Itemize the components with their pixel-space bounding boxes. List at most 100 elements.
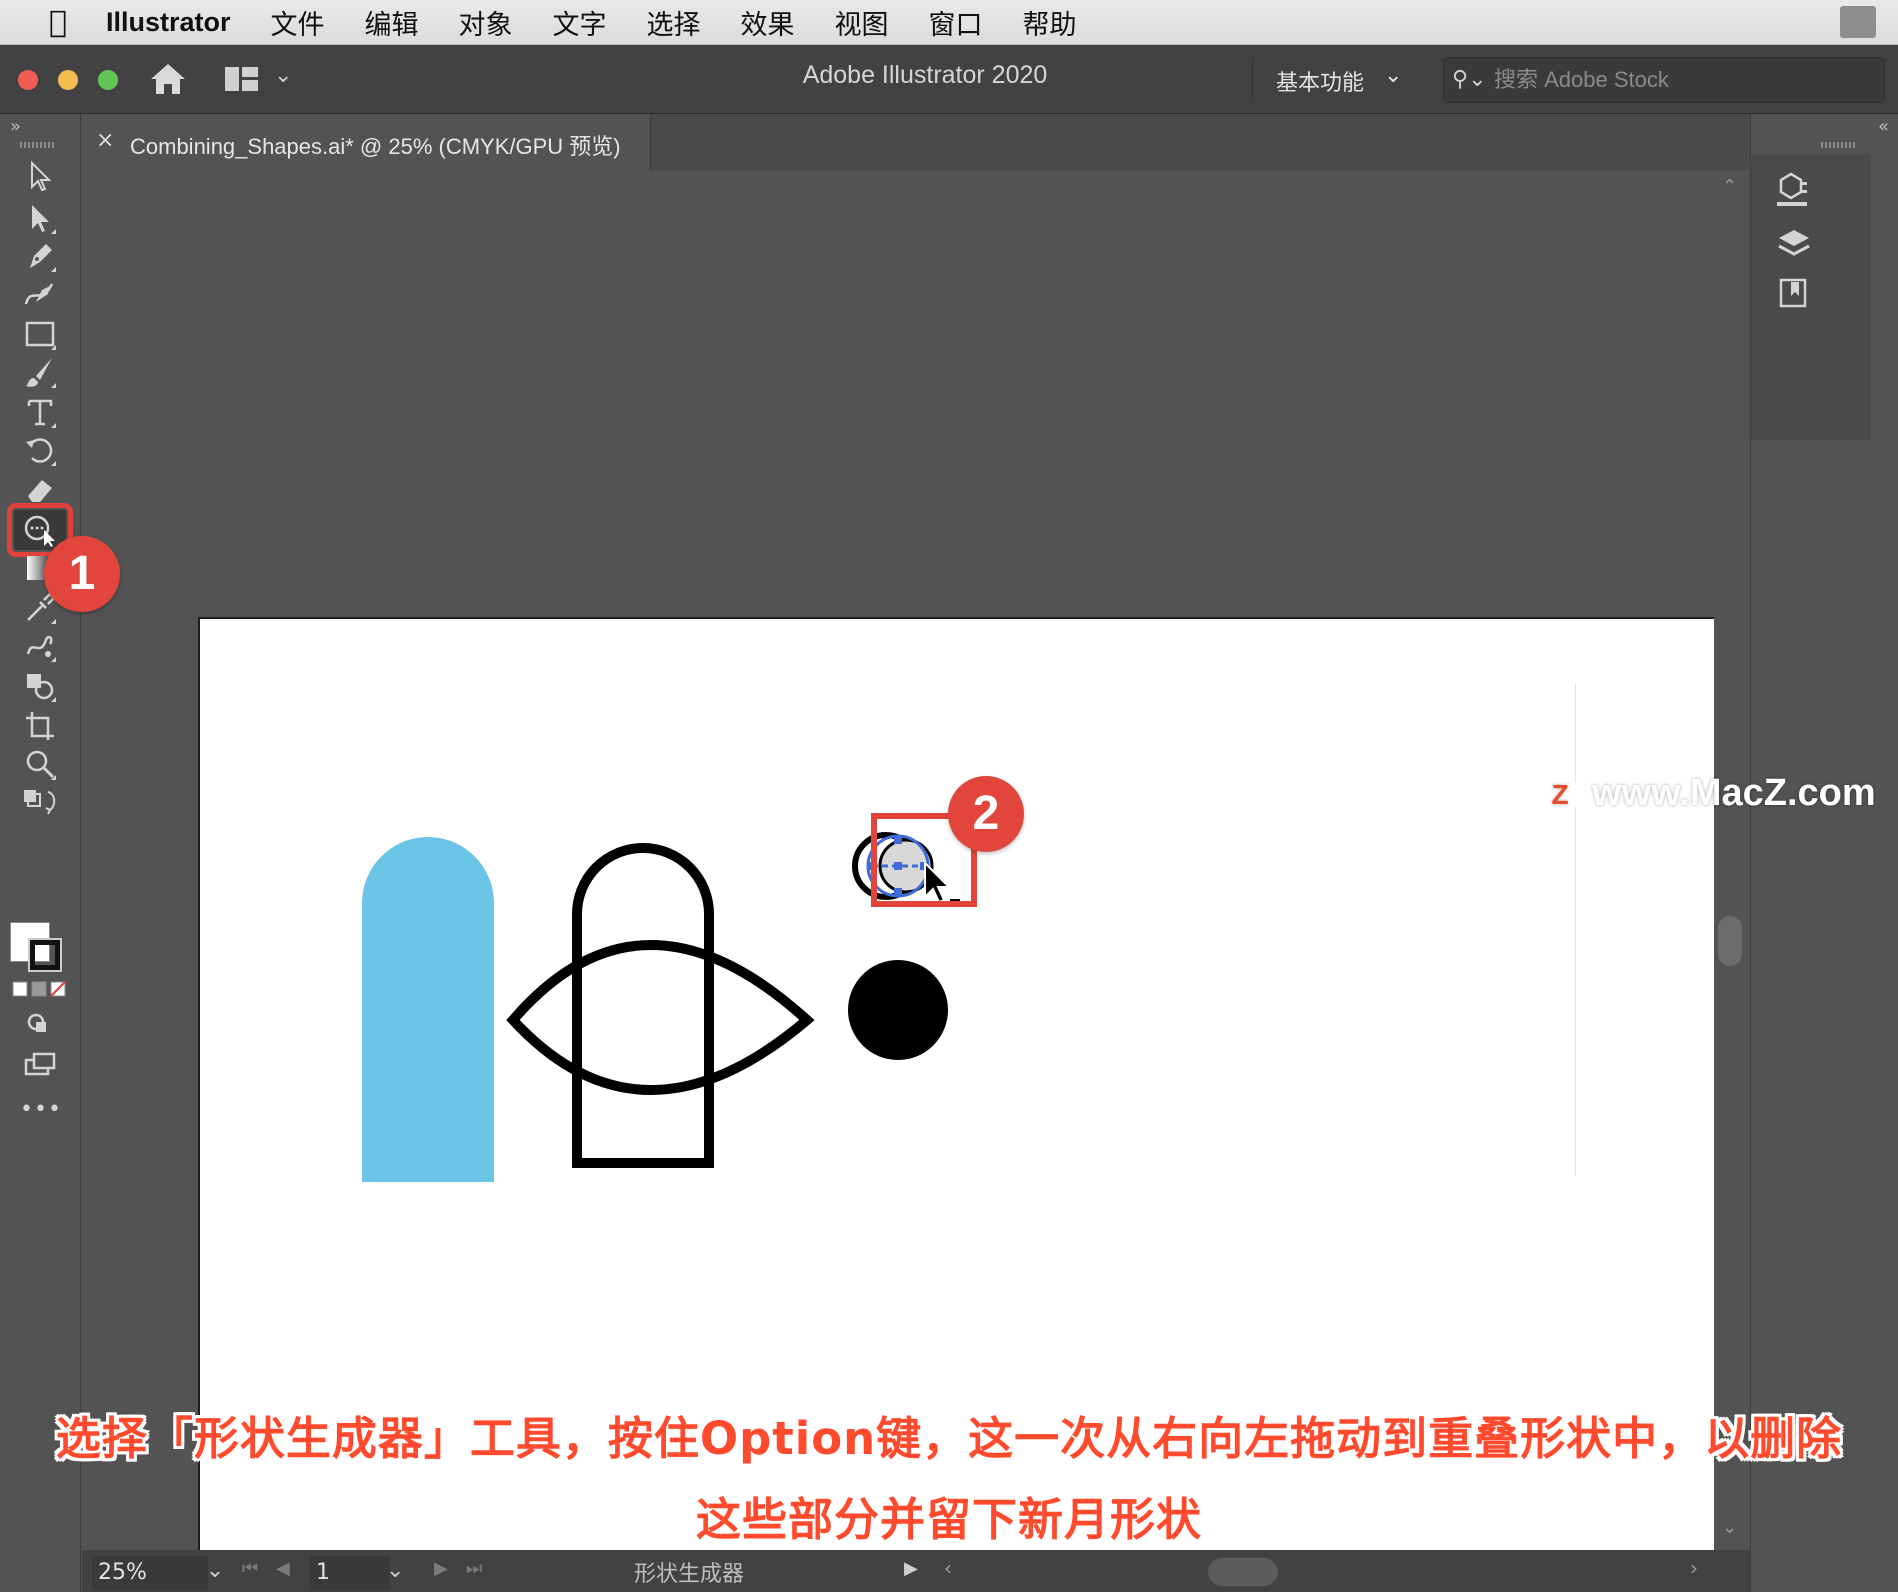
default-fill-stroke-icon	[24, 790, 56, 815]
chevron-down-icon[interactable]: ⌄	[1384, 63, 1402, 88]
draw-mode-icon	[27, 1013, 46, 1032]
panel-grip[interactable]	[20, 142, 56, 148]
edit-toolbar-button[interactable]: •••	[20, 1097, 62, 1122]
first-artboard-icon[interactable]: ⏮	[242, 1558, 258, 1579]
menu-help[interactable]: 帮助	[1023, 3, 1077, 42]
panel-icon-column	[1751, 154, 1871, 440]
window-title: Adobe Illustrator 2020	[802, 61, 1048, 89]
direct-selection-tool[interactable]	[14, 198, 66, 238]
zoom-level-field[interactable]: 25%	[92, 1556, 208, 1590]
properties-panel-icon[interactable]	[1773, 170, 1815, 212]
scroll-left-icon[interactable]: ‹	[944, 1556, 952, 1580]
menu-object[interactable]: 对象	[459, 3, 513, 42]
blend-tool[interactable]	[14, 626, 66, 666]
menu-file[interactable]: 文件	[271, 3, 325, 42]
swap-fill-stroke[interactable]	[14, 784, 66, 824]
black-circle-shape[interactable]	[848, 960, 948, 1060]
type-tool[interactable]	[14, 392, 66, 432]
live-paint-tool[interactable]	[14, 666, 66, 706]
next-artboard-icon[interactable]: ▶	[434, 1558, 448, 1579]
menu-view[interactable]: 视图	[835, 3, 889, 42]
caption-line-2: 这些部分并留下新月形状	[695, 1493, 1202, 1546]
search-icon: ⚲⌄	[1452, 67, 1487, 92]
tools-panel: » •••	[0, 114, 81, 1592]
search-input[interactable]	[1492, 64, 1876, 96]
step-badge-2: 2	[948, 776, 1024, 852]
arch-outline-shape[interactable]	[572, 843, 714, 1168]
scroll-right-icon[interactable]: ›	[1690, 1556, 1698, 1580]
layers-panel-icon[interactable]	[1773, 224, 1815, 266]
current-tool-label: 形状生成器	[634, 1562, 745, 1587]
mac-menu-bar:  Illustrator 文件 编辑 对象 文字 选择 效果 视图 窗口 帮助	[0, 0, 1898, 45]
lens-outline-shape[interactable]	[506, 940, 815, 1095]
scroll-up-icon[interactable]: ⌃	[1722, 176, 1737, 197]
selection-arrow-icon	[31, 160, 52, 192]
horizontal-scroll-thumb[interactable]	[1208, 1558, 1278, 1586]
home-icon[interactable]	[148, 61, 188, 97]
menu-window[interactable]: 窗口	[929, 3, 983, 42]
artboard-tool[interactable]	[14, 706, 66, 746]
document-tab-bar: × Combining_Shapes.ai* @ 25% (CMYK/GPU 预…	[82, 114, 1750, 170]
artwork-layer	[362, 813, 977, 1182]
chevron-down-icon[interactable]: ⌄	[200, 1558, 230, 1588]
status-bar: 25% ⌄ ⏮ ◀ 1 ⌄ ▶ ⏭ 形状生成器 ▶ ‹ ›	[82, 1550, 1750, 1592]
panel-grip[interactable]	[1821, 142, 1857, 148]
stock-search[interactable]: ⚲⌄	[1443, 57, 1885, 103]
libraries-panel-icon[interactable]	[1773, 272, 1815, 314]
minimize-window-button[interactable]	[58, 70, 78, 90]
screen-mode-tool[interactable]	[14, 1044, 66, 1084]
arrange-documents-icon[interactable]	[224, 65, 260, 93]
color-mode-buttons	[12, 980, 68, 1002]
chevron-down-icon[interactable]: ⌄	[274, 63, 292, 88]
vertical-scrollbar[interactable]: ⌃ ⌄	[1714, 170, 1748, 1550]
curvature-tool[interactable]	[14, 274, 66, 314]
apple-menu-icon[interactable]: 	[38, 5, 78, 40]
menu-effect[interactable]: 效果	[741, 3, 795, 42]
rectangle-tool[interactable]	[14, 314, 66, 354]
selection-tool[interactable]	[14, 156, 66, 196]
previous-artboard-icon[interactable]: ◀	[276, 1558, 290, 1579]
workspace-switcher[interactable]: 基本功能	[1276, 65, 1364, 97]
play-icon[interactable]: ▶	[904, 1558, 918, 1579]
zoom-window-button[interactable]	[98, 70, 118, 90]
watermark: Zwww.MacZ.com	[1540, 772, 1876, 815]
zoom-tool[interactable]	[14, 744, 66, 784]
close-window-button[interactable]	[18, 70, 38, 90]
menubar-extra-icon[interactable]	[1840, 6, 1876, 38]
artboard-icon	[26, 712, 54, 740]
last-artboard-icon[interactable]: ⏭	[466, 1558, 482, 1579]
document-tab-label: Combining_Shapes.ai* @ 25% (CMYK/GPU 预览)	[130, 134, 621, 159]
window-title-bar: ⌄ Adobe Illustrator 2020 基本功能 ⌄ ⚲⌄	[0, 45, 1898, 114]
step-badge-1: 1	[44, 536, 120, 612]
curvature-pen-icon	[24, 283, 54, 305]
scroll-thumb[interactable]	[1718, 916, 1742, 966]
artboard-number-field[interactable]: 1	[310, 1556, 390, 1590]
color-gradient-none-icon[interactable]	[12, 980, 68, 998]
menu-type[interactable]: 文字	[553, 3, 607, 42]
app-menu[interactable]: Illustrator	[106, 7, 231, 38]
eraser-tool[interactable]	[14, 470, 66, 510]
crescent-overlap-shapes[interactable]	[852, 832, 934, 900]
pen-tool[interactable]	[14, 236, 66, 276]
divider	[1252, 57, 1253, 101]
menu-edit[interactable]: 编辑	[365, 3, 419, 42]
draw-mode-tool[interactable]	[14, 1004, 66, 1044]
rotate-tool[interactable]	[14, 430, 66, 470]
canvas-area[interactable]	[82, 170, 1716, 1571]
right-panel-dock: «	[1750, 114, 1898, 1592]
close-icon[interactable]: ×	[96, 128, 114, 153]
collapse-panel-icon[interactable]: «	[1878, 116, 1889, 137]
watermark-logo: Z	[1540, 774, 1580, 815]
expand-panel-icon[interactable]: »	[10, 116, 21, 137]
eraser-icon	[28, 480, 52, 502]
document-tab[interactable]: × Combining_Shapes.ai* @ 25% (CMYK/GPU 预…	[82, 114, 651, 170]
watermark-text: www.MacZ.com	[1592, 772, 1876, 814]
screen-mode-icon	[24, 1052, 56, 1076]
paintbrush-tool[interactable]	[14, 352, 66, 392]
blue-arch-shape[interactable]	[362, 837, 494, 1182]
chevron-down-icon[interactable]: ⌄	[386, 1558, 404, 1583]
shape-builder-icon	[24, 515, 55, 547]
menu-select[interactable]: 选择	[647, 3, 701, 42]
stroke-swatch[interactable]	[28, 938, 62, 972]
caption-line-1: 选择「形状生成器」工具，按住Option键，这一次从右向左拖动到重叠形状中，以删…	[55, 1412, 1843, 1465]
